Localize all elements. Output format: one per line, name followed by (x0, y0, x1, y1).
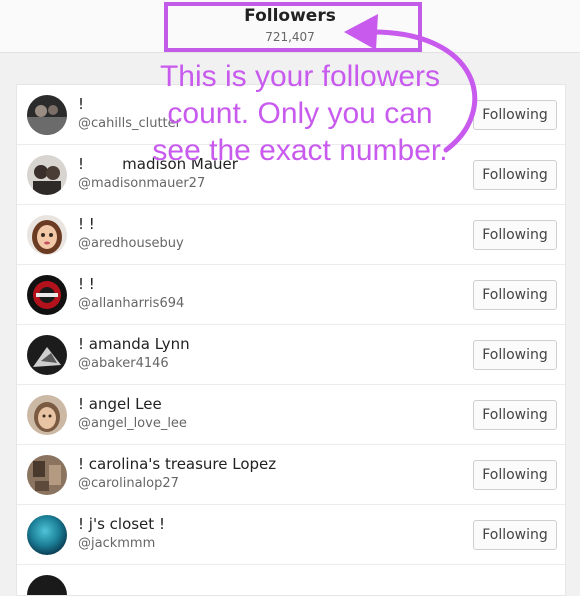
follower-name: ! j's closet ! (78, 515, 165, 533)
follower-name: ! amanda Lynn (78, 335, 190, 353)
follower-handle: @madisonmauer27 (78, 176, 206, 191)
follower-handle: @aredhousebuy (78, 236, 184, 251)
avatar (27, 515, 67, 555)
following-button[interactable]: Following (473, 340, 557, 370)
list-item[interactable]: ! ! @allanharris694 Following (17, 265, 565, 325)
avatar (27, 455, 67, 495)
follower-name: ! carolina's treasure Lopez (78, 455, 277, 473)
list-item[interactable] (17, 565, 565, 595)
follower-name: ! (78, 95, 85, 113)
follower-handle: @jackmmm (78, 536, 156, 551)
follower-handle: @abaker4146 (78, 356, 169, 371)
following-button[interactable]: Following (473, 100, 557, 130)
follower-handle: @angel_love_lee (78, 416, 187, 431)
list-item[interactable]: ! j's closet ! @jackmmm Following (17, 505, 565, 565)
avatar (27, 575, 67, 595)
follower-handle: @carolinalop27 (78, 476, 179, 491)
avatar (27, 335, 67, 375)
list-item[interactable]: ! amanda Lynn @abaker4146 Following (17, 325, 565, 385)
avatar (27, 95, 67, 135)
annotation-text: This is your followers count. Only you c… (152, 60, 448, 167)
following-button[interactable]: Following (473, 460, 557, 490)
list-item[interactable]: ! carolina's treasure Lopez @carolinalop… (17, 445, 565, 505)
follower-name: ! angel Lee (78, 395, 162, 413)
following-button[interactable]: Following (473, 520, 557, 550)
list-item[interactable]: ! angel Lee @angel_love_lee Following (17, 385, 565, 445)
avatar (27, 215, 67, 255)
list-item[interactable]: ! ! @aredhousebuy Following (17, 205, 565, 265)
follower-name: ! ! (78, 275, 95, 293)
follower-handle: @allanharris694 (78, 296, 185, 311)
following-button[interactable]: Following (473, 160, 557, 190)
highlight-box (164, 2, 422, 52)
following-button[interactable]: Following (473, 280, 557, 310)
follower-name: ! ! (78, 215, 95, 233)
avatar (27, 395, 67, 435)
avatar (27, 155, 67, 195)
avatar (27, 275, 67, 315)
following-button[interactable]: Following (473, 400, 557, 430)
following-button[interactable]: Following (473, 220, 557, 250)
